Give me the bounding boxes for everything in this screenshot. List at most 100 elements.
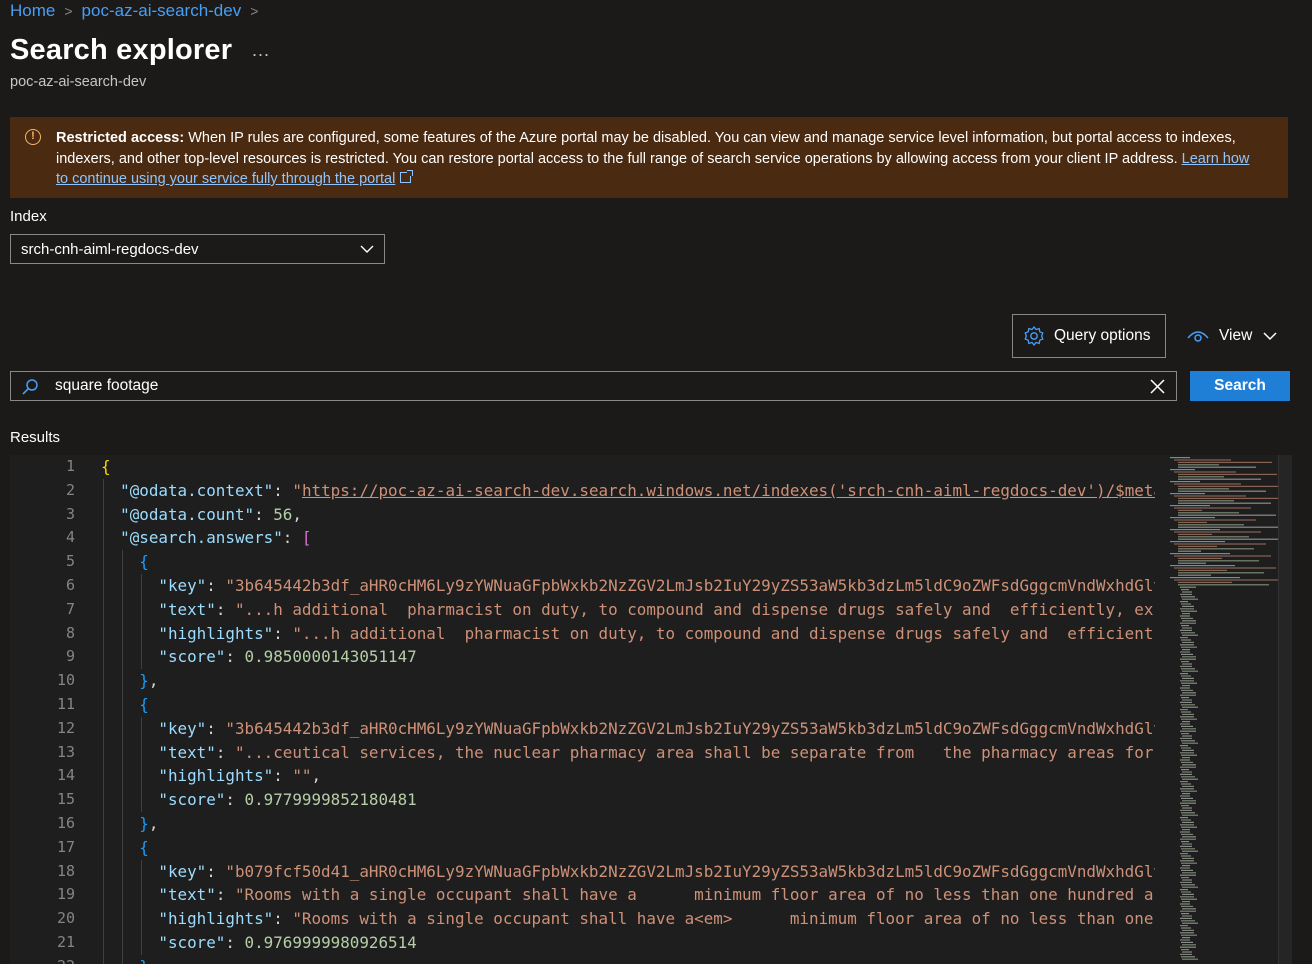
minimap-line xyxy=(1178,550,1201,552)
more-options-button[interactable]: ... xyxy=(252,40,270,61)
line-number: 3 xyxy=(65,504,75,523)
odata-context-url[interactable]: https://poc-az-ai-search-dev.search.wind… xyxy=(302,481,1155,500)
close-icon[interactable] xyxy=(1149,378,1166,395)
code-line: "text": "...ceutical services, the nucle… xyxy=(158,742,1154,762)
minimap-line xyxy=(1180,629,1192,631)
minimap-line xyxy=(1182,872,1196,874)
code-line: "score": 0.9769999980926514 xyxy=(158,932,417,952)
minimap-line xyxy=(1182,843,1192,845)
code-line: "text": "Rooms with a single occupant sh… xyxy=(158,885,1154,905)
minimap-line xyxy=(1180,615,1190,617)
answer-score-value: 0.9769999980926514 xyxy=(244,932,417,952)
minimap-line xyxy=(1180,824,1194,826)
answer-highlights-value: "Rooms with a single occupant shall have… xyxy=(292,909,1154,929)
minimap-line xyxy=(1182,728,1196,730)
code-line: }, xyxy=(139,671,159,691)
minimap-line xyxy=(1170,577,1240,579)
breadcrumb-home-link[interactable]: Home xyxy=(10,1,55,21)
query-options-button[interactable]: Query options xyxy=(1012,314,1166,358)
minimap-line xyxy=(1170,565,1235,567)
minimap-line xyxy=(1174,483,1241,485)
view-button[interactable]: View xyxy=(1186,322,1278,350)
minimap-line xyxy=(1178,466,1256,468)
minimap-line xyxy=(1182,886,1198,888)
vertical-scrollbar[interactable] xyxy=(1278,455,1292,964)
minimap-line xyxy=(1181,949,1189,951)
results-editor[interactable]: 12345678910111213141516171819202122 { "@… xyxy=(10,455,1292,964)
minimap-line xyxy=(1182,764,1196,766)
minimap-line xyxy=(1180,953,1192,955)
minimap-line xyxy=(1181,596,1195,598)
banner-text: When IP rules are configured, some featu… xyxy=(56,130,1236,167)
search-input[interactable] xyxy=(55,374,1135,398)
code-line: { xyxy=(101,457,111,476)
minimap-line xyxy=(1178,509,1202,511)
line-number: 19 xyxy=(56,885,75,904)
answer-key-value: "b079fcf50d41_aHR0cHM6Ly9zYWNuaGFpbWxkb2… xyxy=(225,861,1155,881)
minimap-line xyxy=(1180,773,1192,775)
minimap-line xyxy=(1178,476,1224,478)
view-label: View xyxy=(1219,327,1253,344)
chevron-down-icon xyxy=(360,245,374,253)
minimap-line xyxy=(1174,543,1266,545)
minimap-line xyxy=(1182,865,1190,867)
minimap-line xyxy=(1180,701,1192,703)
json-key: "text" xyxy=(158,885,216,905)
minimap-line xyxy=(1178,524,1244,526)
breadcrumb-service-link[interactable]: poc-az-ai-search-dev xyxy=(82,1,242,21)
minimap-line xyxy=(1182,713,1194,715)
line-number: 21 xyxy=(56,932,75,951)
minimap-line xyxy=(1182,749,1194,751)
json-key: "score" xyxy=(158,647,226,667)
minimap-line xyxy=(1178,545,1217,547)
index-dropdown[interactable]: srch-cnh-aiml-regdocs-dev xyxy=(10,234,385,264)
search-button[interactable]: Search xyxy=(1190,371,1290,401)
answer-text-value: "...h additional pharmacist on duty, to … xyxy=(234,599,1154,619)
minimap-line xyxy=(1178,497,1278,499)
minimap-line xyxy=(1181,704,1195,706)
index-selected-value: srch-cnh-aiml-regdocs-dev xyxy=(21,240,199,258)
line-number: 5 xyxy=(65,552,75,571)
minimap-line xyxy=(1181,884,1195,886)
chevron-down-icon xyxy=(1263,332,1277,341)
minimap-line xyxy=(1180,925,1188,927)
minimap-line xyxy=(1178,490,1266,492)
minimap-line xyxy=(1182,670,1198,672)
minimap-line xyxy=(1182,663,1192,665)
minimap-line xyxy=(1182,641,1194,643)
json-key: "@search.answers" xyxy=(120,528,283,548)
code-line: "key": "3b645442b3df_aHR0cHM6Ly9zYWNuaGF… xyxy=(101,717,1155,741)
minimap-line xyxy=(1180,694,1196,696)
minimap-line xyxy=(1180,709,1188,711)
line-number: 11 xyxy=(56,694,75,713)
line-number: 13 xyxy=(56,742,75,761)
json-code: { "@odata.context": "https://poc-az-ai-s… xyxy=(101,455,1155,964)
minimap-line xyxy=(1181,689,1193,691)
minimap-line xyxy=(1180,644,1194,646)
chevron-right-icon: > xyxy=(250,3,259,19)
minimap-line xyxy=(1181,653,1193,655)
json-key: "key" xyxy=(158,861,207,881)
minimap-line xyxy=(1181,797,1193,799)
minimap-line xyxy=(1180,716,1194,718)
code-line: "highlights": "...h additional pharmacis… xyxy=(158,623,1154,643)
gear-icon xyxy=(1024,325,1044,347)
minimap-line xyxy=(1170,481,1200,483)
minimap-line xyxy=(1180,752,1194,754)
minimap-line xyxy=(1181,747,1191,749)
code-minimap[interactable] xyxy=(1160,455,1278,964)
line-number: 4 xyxy=(65,528,75,547)
minimap-line xyxy=(1170,517,1215,519)
json-key: "@odata.context" xyxy=(120,480,274,500)
json-key: "@odata.count" xyxy=(120,504,255,524)
minimap-line xyxy=(1182,915,1192,917)
chevron-right-icon: > xyxy=(64,3,73,19)
minimap-line xyxy=(1181,913,1189,915)
minimap-line xyxy=(1182,634,1198,636)
minimap-line xyxy=(1181,898,1197,900)
minimap-line xyxy=(1181,661,1189,663)
code-line: "key": "3b645442b3df_aHR0cHM6Ly9zYWNuaGF… xyxy=(101,574,1155,598)
minimap-line xyxy=(1182,922,1198,924)
code-line: "text": "...h additional pharmacist on d… xyxy=(158,599,1154,619)
minimap-line xyxy=(1181,610,1197,612)
